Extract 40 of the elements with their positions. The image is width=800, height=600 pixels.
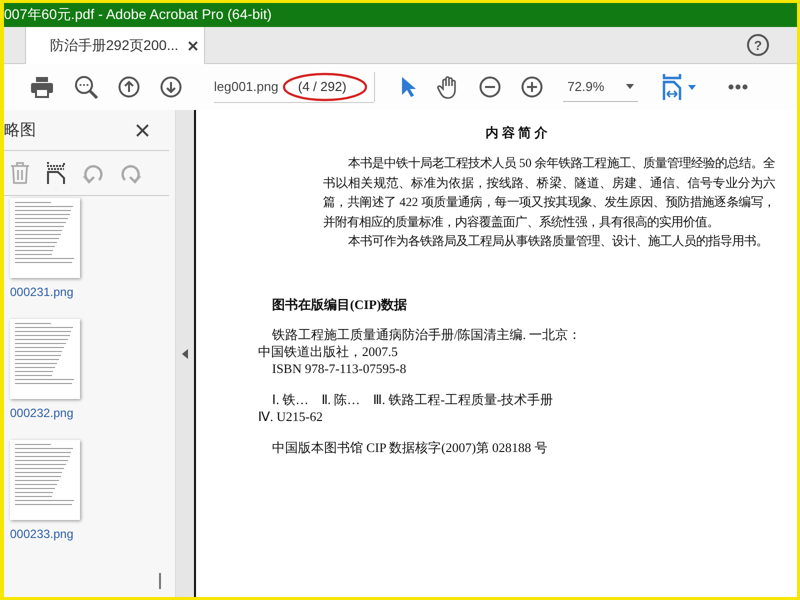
thumbnail-label: 000232.png (10, 406, 74, 420)
close-icon[interactable] (136, 124, 149, 136)
ellipse-annotation[interactable] (282, 72, 368, 102)
page-thumbnail[interactable] (10, 319, 80, 399)
fit-width-icon[interactable] (662, 74, 682, 100)
scrollbar-thumb[interactable] (159, 573, 161, 589)
tab-label: 防治手册292页200... (50, 36, 178, 54)
cip-line: 铁路工程施工质量通病防治手册/陈国清主编. 一北京： (271, 326, 582, 342)
more-icon[interactable] (728, 84, 748, 90)
print-icon[interactable] (30, 76, 54, 98)
cip-heading: 图书在版编目(CIP)数据 (272, 296, 408, 314)
file-name-field[interactable]: leg001.png (214, 79, 278, 94)
page-number: (4 / 292) (298, 79, 346, 94)
cip-line: 中国版本图书馆 CIP 数据核字(2007)第 028188 号 (271, 438, 548, 456)
window-title: 007年60元.pdf - Adobe Acrobat Pro (64-bit) (4, 3, 797, 27)
thumbnail-label: 000233.png (10, 527, 74, 541)
caret-icon[interactable] (688, 84, 696, 90)
collapse-arrow-icon[interactable] (182, 348, 188, 358)
help-button[interactable]: ? (747, 34, 769, 56)
close-icon[interactable] (188, 40, 198, 50)
cip-line: ISBN 978-7-113-07595-8 (271, 360, 406, 376)
paragraph: 本书可作为各铁路局及工程局从事铁路质量管理、设计、施工人员的指导用书。 (346, 233, 769, 250)
zoom-in-icon[interactable] (521, 76, 544, 98)
panel-title: 略图 (4, 120, 36, 140)
zoom-field[interactable]: 72.9% (563, 72, 638, 102)
page-layout-icon[interactable] (46, 162, 66, 184)
document-heading: 内 容 简 介 (484, 124, 548, 142)
thumbnail-label: 000231.png (10, 285, 74, 299)
cip-line: 中国铁道出版社，2007.5 (258, 342, 398, 360)
page-thumbnail[interactable] (10, 198, 80, 278)
paragraph: 本书是中铁十局老工程技术人员 50 余年铁路工程施工、质量管理经验的总结。全书以相关规范、标准为依据，按线路、桥梁、隧道、房建、通信、信号专业分为六篇，共阐述了 422 项质量通病，每一项又按其现象、发生原因、预防措施逐条编写，并附有相应的质量标准，内容覆盖面广、系统性强，具有很高的实用价值。 (323, 155, 775, 230)
page-thumbnail[interactable] (10, 440, 80, 520)
cip-line: Ⅳ. U215-62 (258, 408, 323, 424)
document-tab[interactable]: 防治手册292页200... (25, 27, 205, 64)
search-icon[interactable] (74, 75, 98, 99)
collapse-strip[interactable] (176, 110, 196, 597)
pointer-icon[interactable] (399, 76, 418, 98)
zoom-out-icon[interactable] (479, 76, 502, 98)
cip-line: Ⅰ. 铁… Ⅱ. 陈… Ⅲ. 铁路工程-工程质量-技术手册 (271, 390, 554, 408)
caret-icon[interactable] (626, 84, 634, 89)
